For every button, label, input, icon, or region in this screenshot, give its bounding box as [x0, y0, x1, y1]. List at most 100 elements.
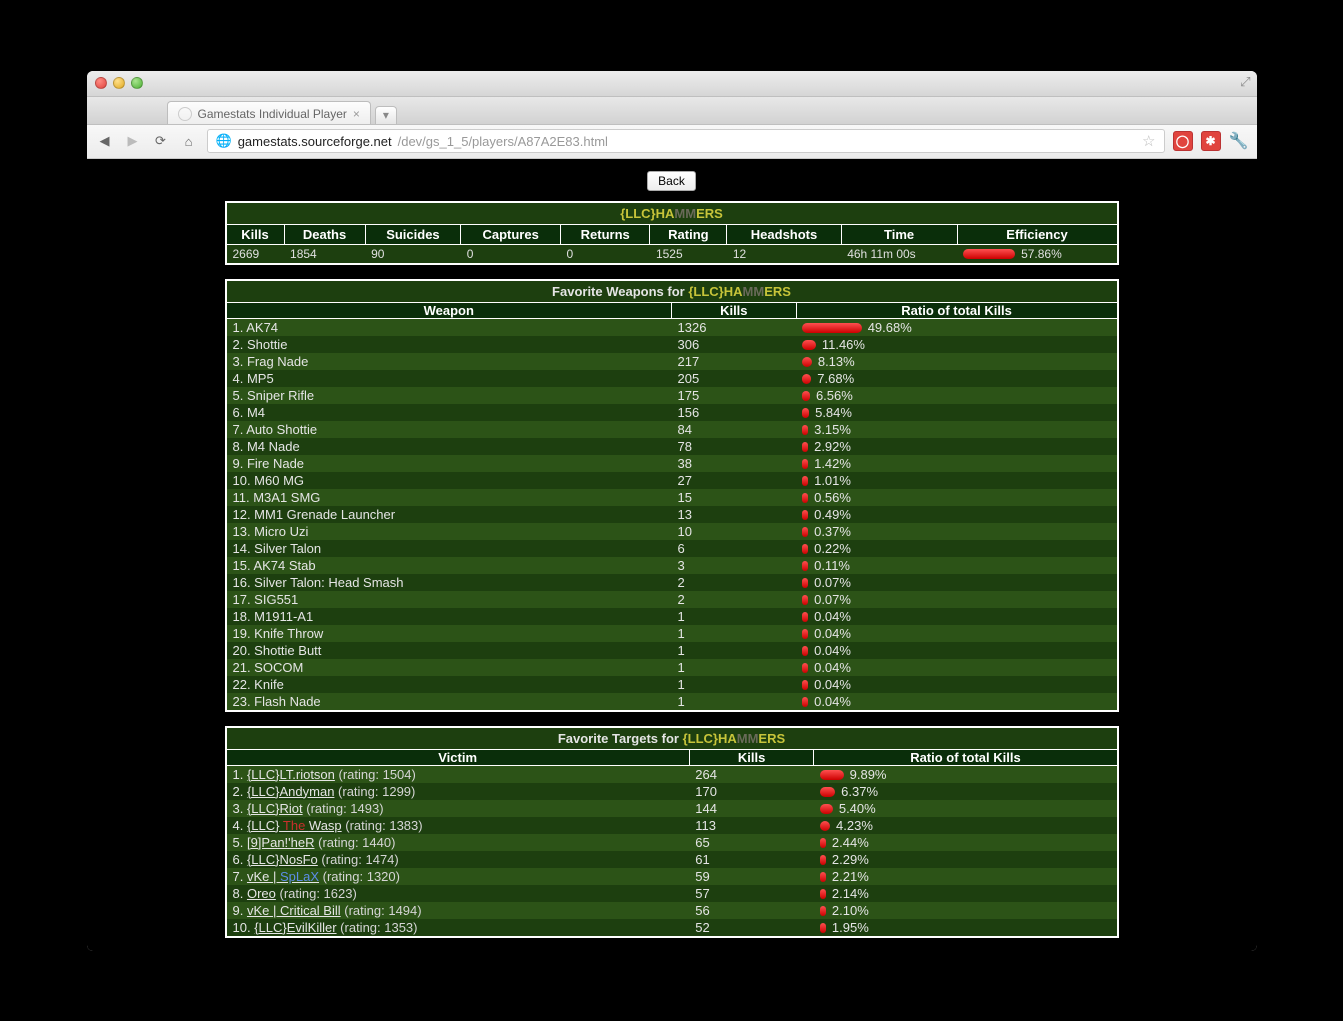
minimize-icon[interactable]: [113, 77, 125, 89]
stats-value: 1854: [284, 244, 365, 263]
back-icon[interactable]: ◀: [95, 131, 115, 151]
favorite-targets-panel: Favorite Targets for {LLC}HAMMERS Victim…: [225, 726, 1119, 938]
weapon-kills: 10: [672, 523, 797, 540]
weapon-kills: 2: [672, 574, 797, 591]
weapon-name: 17. SIG551: [227, 591, 672, 608]
weapon-kills: 1: [672, 659, 797, 676]
bookmark-star-icon[interactable]: ☆: [1142, 132, 1155, 150]
weapon-name: 6. M4: [227, 404, 672, 421]
weapon-ratio: 0.04%: [796, 608, 1116, 625]
victim-link[interactable]: vKe | Critical Bill: [247, 903, 341, 918]
victim-rating: (rating: 1320): [319, 869, 400, 884]
weapon-kills: 1: [672, 676, 797, 693]
victim-link[interactable]: {LLC}EvilKiller: [254, 920, 336, 935]
stats-value: 1525: [650, 244, 727, 263]
table-row: 20. Shottie Butt10.04%: [227, 642, 1117, 659]
victim-link[interactable]: Oreo: [247, 886, 276, 901]
table-row: 8. Oreo (rating: 1623)572.14%: [227, 885, 1117, 902]
address-bar[interactable]: 🌐 gamestats.sourceforge.net/dev/gs_1_5/p…: [207, 129, 1165, 153]
victim-rating: (rating: 1440): [315, 835, 396, 850]
new-tab-button[interactable]: ▾: [375, 106, 397, 124]
tab-close-icon[interactable]: ×: [353, 107, 360, 121]
stats-value: 0: [461, 244, 561, 263]
victim-ratio: 4.23%: [814, 817, 1117, 834]
close-icon[interactable]: [95, 77, 107, 89]
weapon-ratio: 5.84%: [796, 404, 1116, 421]
victim-link[interactable]: [9]Pan!'heR: [247, 835, 315, 850]
weapon-kills: 156: [672, 404, 797, 421]
victim-rating: (rating: 1623): [276, 886, 357, 901]
victim-link[interactable]: {LLC}Andyman: [247, 784, 334, 799]
tab-strip: Gamestats Individual Player × ▾: [87, 97, 1257, 125]
weapon-name: 2. Shottie: [227, 336, 672, 353]
fullscreen-icon[interactable]: ⤢: [1240, 74, 1250, 90]
table-row: 17. SIG55120.07%: [227, 591, 1117, 608]
zoom-icon[interactable]: [131, 77, 143, 89]
weapon-name: 4. MP5: [227, 370, 672, 387]
weapon-name: 19. Knife Throw: [227, 625, 672, 642]
victim-cell: 6. {LLC}NosFo (rating: 1474): [227, 851, 690, 868]
victim-kills: 65: [689, 834, 814, 851]
victim-kills: 264: [689, 765, 814, 783]
victim-cell: 1. {LLC}LT.riotson (rating: 1504): [227, 765, 690, 783]
victim-kills: 144: [689, 800, 814, 817]
table-row: 9. Fire Nade381.42%: [227, 455, 1117, 472]
settings-wrench-icon[interactable]: 🔧: [1229, 131, 1249, 151]
column-header: Weapon: [227, 302, 672, 318]
table-row: 21. SOCOM10.04%: [227, 659, 1117, 676]
weapon-ratio: 0.56%: [796, 489, 1116, 506]
globe-icon: 🌐: [216, 133, 232, 149]
weapon-name: 18. M1911-A1: [227, 608, 672, 625]
page-viewport[interactable]: Back {LLC}HAMMERS KillsDeathsSuicidesCap…: [87, 159, 1257, 951]
weapon-ratio: 0.04%: [796, 693, 1116, 710]
weapon-name: 13. Micro Uzi: [227, 523, 672, 540]
table-row: 6. {LLC}NosFo (rating: 1474)612.29%: [227, 851, 1117, 868]
victim-link[interactable]: {LLC}LT.riotson: [247, 767, 335, 782]
victim-ratio: 2.44%: [814, 834, 1117, 851]
weapon-kills: 15: [672, 489, 797, 506]
victim-rating: (rating: 1299): [334, 784, 415, 799]
stats-header-row: KillsDeathsSuicidesCapturesReturnsRating…: [227, 224, 1117, 244]
table-row: 3. {LLC}Riot (rating: 1493)1445.40%: [227, 800, 1117, 817]
table-row: 3. Frag Nade2178.13%: [227, 353, 1117, 370]
extension-icon-2[interactable]: ✱: [1201, 131, 1221, 151]
weapon-kills: 6: [672, 540, 797, 557]
victim-link[interactable]: {LLC}Riot: [247, 801, 303, 816]
victim-ratio: 9.89%: [814, 765, 1117, 783]
weapon-ratio: 0.04%: [796, 676, 1116, 693]
player-summary-panel: {LLC}HAMMERS KillsDeathsSuicidesCaptures…: [225, 201, 1119, 265]
extension-icon-1[interactable]: ◯: [1173, 131, 1193, 151]
stats-header: Returns: [561, 224, 650, 244]
browser-tab[interactable]: Gamestats Individual Player ×: [167, 101, 371, 124]
victim-link[interactable]: vKe | SpLaX: [247, 869, 319, 884]
weapon-ratio: 0.49%: [796, 506, 1116, 523]
victim-rating: (rating: 1353): [337, 920, 418, 935]
favicon-icon: [178, 107, 192, 121]
table-row: 18. M1911-A110.04%: [227, 608, 1117, 625]
stats-value: 2669: [227, 244, 285, 263]
table-row: 9. vKe | Critical Bill (rating: 1494)562…: [227, 902, 1117, 919]
victim-rating: (rating: 1494): [341, 903, 422, 918]
weapon-name: 12. MM1 Grenade Launcher: [227, 506, 672, 523]
table-row: 23. Flash Nade10.04%: [227, 693, 1117, 710]
weapons-title: Favorite Weapons for {LLC}HAMMERS: [227, 281, 1117, 303]
stats-header: Time: [841, 224, 957, 244]
home-icon[interactable]: ⌂: [179, 131, 199, 151]
stats-value-row: 26691854900015251246h 11m 00s57.86%: [227, 244, 1117, 263]
table-row: 5. Sniper Rifle1756.56%: [227, 387, 1117, 404]
table-row: 13. Micro Uzi100.37%: [227, 523, 1117, 540]
weapon-ratio: 2.92%: [796, 438, 1116, 455]
victim-rating: (rating: 1504): [335, 767, 416, 782]
victim-link[interactable]: {LLC}NosFo: [247, 852, 318, 867]
weapon-kills: 217: [672, 353, 797, 370]
weapon-ratio: 0.37%: [796, 523, 1116, 540]
reload-icon[interactable]: ⟳: [151, 131, 171, 151]
victim-cell: 7. vKe | SpLaX (rating: 1320): [227, 868, 690, 885]
victim-link[interactable]: {LLC} The Wasp: [247, 818, 342, 833]
stats-value: 57.86%: [957, 244, 1116, 263]
back-button[interactable]: Back: [647, 171, 696, 191]
weapon-kills: 2: [672, 591, 797, 608]
victim-kills: 52: [689, 919, 814, 936]
stats-header: Captures: [461, 224, 561, 244]
weapon-name: 8. M4 Nade: [227, 438, 672, 455]
